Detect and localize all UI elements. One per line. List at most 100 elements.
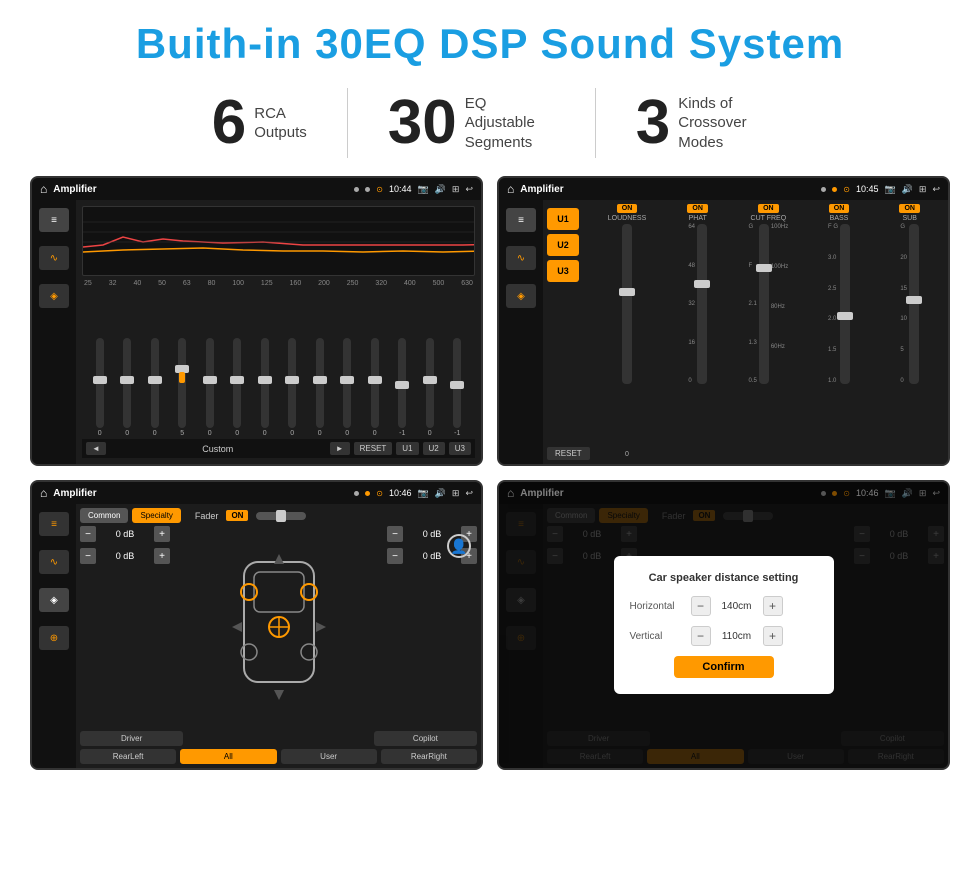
fader-thumb: [276, 510, 286, 522]
spk-side-eq[interactable]: ≡: [39, 512, 69, 536]
eq-slider-3: 5: [178, 338, 186, 437]
eq-reset-btn[interactable]: RESET: [354, 442, 393, 455]
eq-prev-btn[interactable]: ◄: [86, 442, 106, 455]
distance-dialog: Car speaker distance setting Horizontal …: [614, 556, 834, 694]
bass-slider[interactable]: [840, 224, 850, 384]
screen3-title: Amplifier: [53, 488, 348, 499]
spk-rearleft-btn[interactable]: RearLeft: [80, 749, 176, 764]
spk-vol2-plus[interactable]: +: [154, 548, 170, 564]
cross-side-btn-spk[interactable]: ◈: [506, 284, 536, 308]
bass-toggle[interactable]: ON: [829, 204, 850, 213]
cutfreq-toggle[interactable]: ON: [758, 204, 779, 213]
spk-side-spk[interactable]: ◈: [39, 588, 69, 612]
stat-eq-number: 30: [388, 92, 457, 154]
eq-sliders-row: 0 0 0 5: [82, 291, 475, 437]
eq-side-btn-active[interactable]: ≡: [39, 208, 69, 232]
eq-slider-8: 0: [316, 338, 324, 437]
spk-rearright-btn[interactable]: RearRight: [381, 749, 477, 764]
eq-freq-labels: 25 32 40 50 63 80 100 125 160 200 250 32…: [82, 280, 475, 287]
cutfreq-slider[interactable]: [759, 224, 769, 384]
stat-eq-label: EQ Adjustable Segments: [465, 94, 555, 153]
eq-slider-0: 0: [96, 338, 104, 437]
spk-vol-row-1: − 0 dB +: [80, 526, 170, 542]
cross-group-loudness: ON LOUDNESS 0: [593, 204, 662, 460]
back-icon-1: ↩: [465, 184, 473, 195]
fader-toggle[interactable]: ON: [226, 510, 248, 521]
spk-top-row: Common Specialty Fader ON 👤: [80, 508, 477, 523]
screen3-body: ≡ ∿ ◈ ⊕ Common Specialty Fader ON: [32, 504, 481, 768]
cross-side-btn-wave[interactable]: ∿: [506, 246, 536, 270]
spk-copilot-btn[interactable]: Copilot: [374, 731, 477, 746]
home-icon-3: ⌂: [40, 486, 47, 500]
spk-side-wave[interactable]: ∿: [39, 550, 69, 574]
preset-u2[interactable]: U2: [547, 234, 579, 256]
cross-group-phat: ON PHAT 64 48 32 16 0: [663, 204, 732, 460]
spk-side-expand[interactable]: ⊕: [39, 626, 69, 650]
spk-driver-btn[interactable]: Driver: [80, 731, 183, 746]
dialog-horizontal-row: Horizontal − 140cm +: [630, 596, 818, 616]
vertical-plus-btn[interactable]: +: [763, 626, 783, 646]
horizontal-minus-btn[interactable]: −: [691, 596, 711, 616]
stat-crossover: 3 Kinds of Crossover Modes: [596, 92, 808, 154]
eq-slider-7: 0: [288, 338, 296, 437]
screen1-time: 10:44: [389, 184, 412, 194]
spk-all-btn[interactable]: All: [180, 749, 276, 764]
screen3-time: 10:46: [389, 488, 412, 498]
home-icon-2: ⌂: [507, 182, 514, 196]
screen1-body: ≡ ∿ ◈: [32, 200, 481, 464]
spk-vol4-minus[interactable]: −: [387, 548, 403, 564]
spk-bottom-row-1: Driver Copilot: [80, 731, 477, 746]
confirm-button[interactable]: Confirm: [674, 656, 774, 678]
screen-crossover: ⌂ Amplifier ⊙ 10:45 📷 🔊 ⊞ ↩ ≡ ∿ ◈: [497, 176, 950, 466]
stat-rca-number: 6: [212, 92, 246, 154]
spk-specialty-btn[interactable]: Specialty: [132, 508, 180, 523]
eq-side-btn-wave[interactable]: ∿: [39, 246, 69, 270]
spk-user-btn[interactable]: User: [281, 749, 377, 764]
stat-eq: 30 EQ Adjustable Segments: [348, 92, 595, 154]
screen-distance: ⌂ Amplifier ⊙ 10:46 📷 🔊 ⊞ ↩ ≡ ∿ ◈ ⊕: [497, 480, 950, 770]
phat-slider[interactable]: [697, 224, 707, 384]
spk-vol1-plus[interactable]: +: [154, 526, 170, 542]
loudness-slider[interactable]: [622, 224, 632, 384]
spk-vol3-minus[interactable]: −: [387, 526, 403, 542]
screen2-body: ≡ ∿ ◈ U1 U2 U3 RESET: [499, 200, 948, 464]
eq-slider-6: 0: [261, 338, 269, 437]
vertical-value: 110cm: [717, 631, 757, 642]
stat-crossover-number: 3: [636, 92, 670, 154]
eq-curve-svg: [83, 207, 474, 275]
horizontal-plus-btn[interactable]: +: [763, 596, 783, 616]
spk-vol1-minus[interactable]: −: [80, 526, 96, 542]
spk-vol2-val: 0 dB: [98, 551, 152, 561]
spk-common-btn[interactable]: Common: [80, 508, 128, 523]
cross-side-btn-eq[interactable]: ≡: [506, 208, 536, 232]
horizontal-value: 140cm: [717, 601, 757, 612]
stat-rca-label: RCA Outputs: [254, 104, 307, 143]
home-icon-1: ⌂: [40, 182, 47, 196]
eq-u3-btn[interactable]: U3: [449, 442, 471, 455]
preset-u3[interactable]: U3: [547, 260, 579, 282]
phat-toggle[interactable]: ON: [687, 204, 708, 213]
preset-u1[interactable]: U1: [547, 208, 579, 230]
spk-vol2-minus[interactable]: −: [80, 548, 96, 564]
screen-speaker: ⌂ Amplifier ⊙ 10:46 📷 🔊 ⊞ ↩ ≡ ∿ ◈ ⊕: [30, 480, 483, 770]
crossover-reset-btn[interactable]: RESET: [547, 447, 590, 460]
sub-slider[interactable]: [909, 224, 919, 384]
sub-toggle[interactable]: ON: [899, 204, 920, 213]
eq-next-btn[interactable]: ►: [330, 442, 350, 455]
spk-left-controls: − 0 dB + − 0 dB +: [80, 526, 170, 728]
eq-slider-4: 0: [206, 338, 214, 437]
vertical-minus-btn[interactable]: −: [691, 626, 711, 646]
eq-bottom-bar: ◄ Custom ► RESET U1 U2 U3: [82, 439, 475, 458]
loudness-toggle[interactable]: ON: [617, 204, 638, 213]
camera-icon-1: 📷: [417, 184, 428, 195]
spk-center: [174, 526, 383, 728]
reset-area: RESET: [547, 447, 590, 460]
eq-u2-btn[interactable]: U2: [423, 442, 445, 455]
eq-slider-1: 0: [123, 338, 131, 437]
stat-crossover-label: Kinds of Crossover Modes: [678, 94, 768, 153]
eq-u1-btn[interactable]: U1: [396, 442, 418, 455]
fader-slider[interactable]: [256, 512, 306, 520]
cross-group-cutfreq: ON CUT FREQ G F 2.1 1.3 0.5: [734, 204, 803, 460]
side-panel-1: ≡ ∿ ◈: [32, 200, 76, 464]
eq-side-btn-speaker[interactable]: ◈: [39, 284, 69, 308]
